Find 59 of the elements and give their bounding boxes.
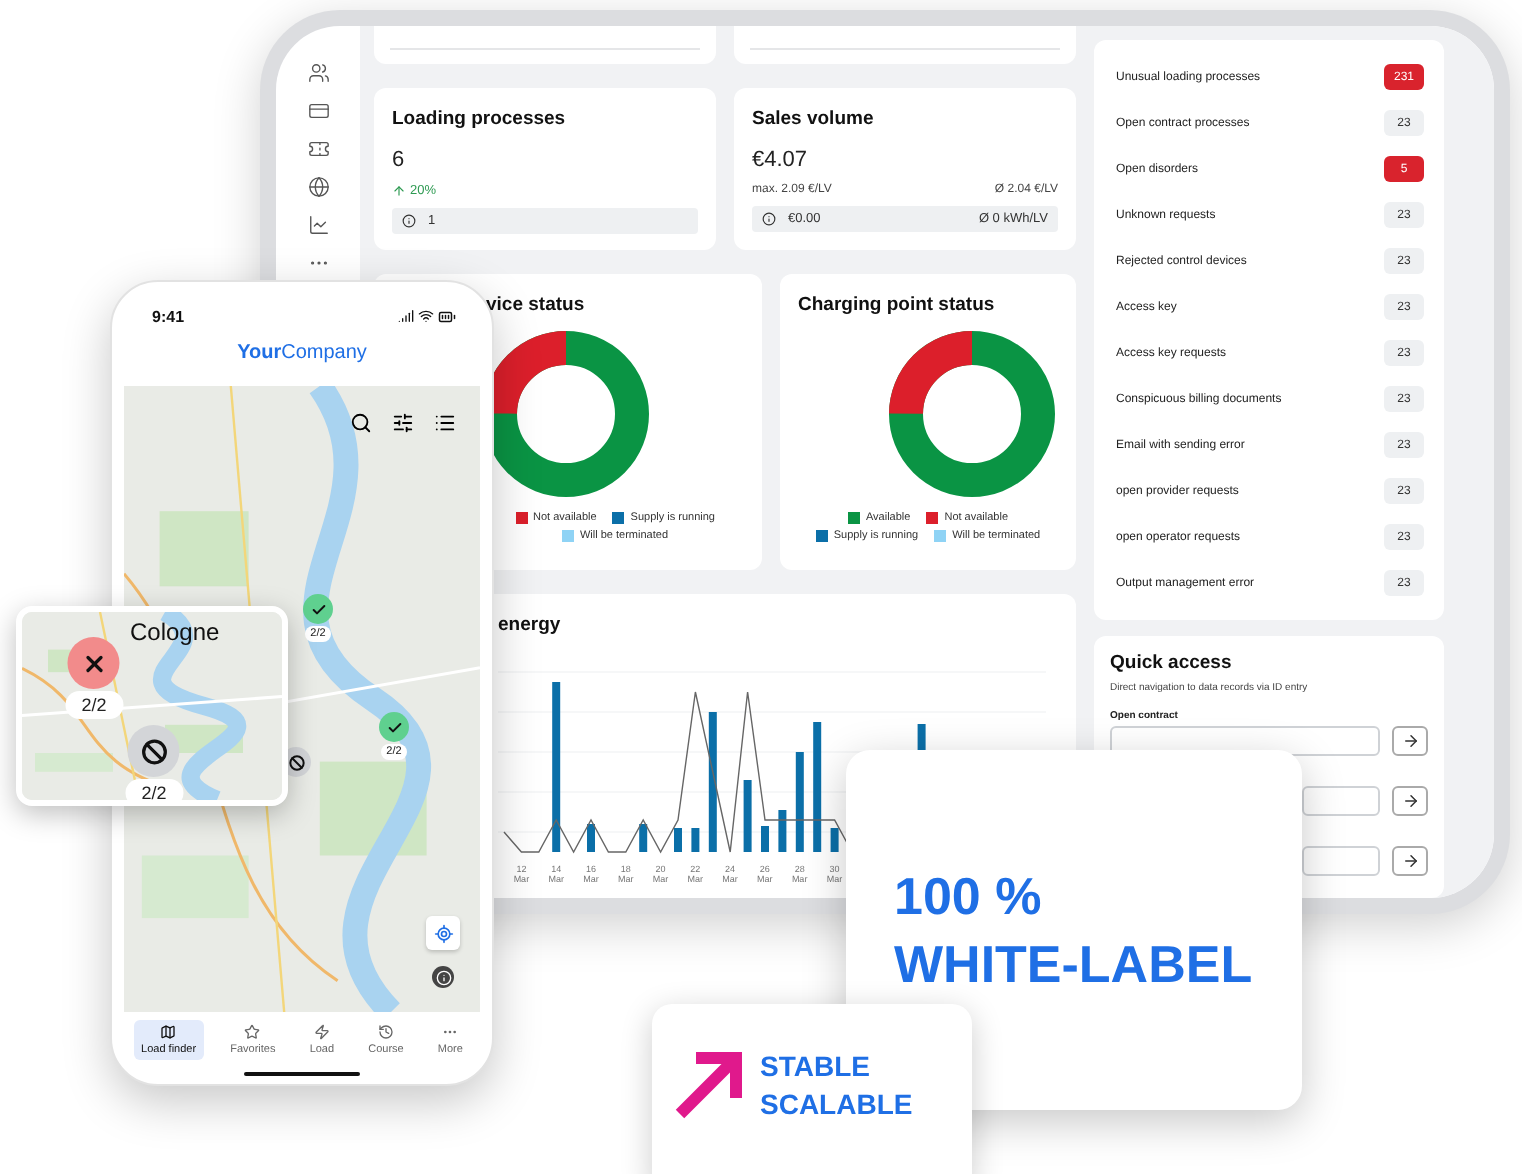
card-title: Charging point status [798,294,997,316]
go-button[interactable] [1392,846,1428,876]
info-icon [762,212,776,226]
arrow-right-icon [1401,732,1419,750]
chart-bar [639,824,648,852]
locate-button[interactable] [426,916,460,950]
star-icon [244,1024,261,1040]
list-icon[interactable] [434,412,456,434]
arrow-icon [672,1046,748,1122]
map-icon [160,1024,177,1040]
search-icon[interactable] [350,412,372,434]
history-icon [377,1024,394,1040]
company-logo: YourCompany [235,342,369,368]
clock-text: 9:41 [152,307,185,325]
chart-bar [795,752,804,852]
value-text: €4.07 [752,148,810,172]
card-title: Quick access [1110,652,1234,674]
chart-bar [830,828,839,852]
arrow-right-icon [1401,792,1419,810]
input-field[interactable] [1302,786,1380,816]
city-label: Cologne [130,618,220,646]
globe-icon[interactable] [307,176,329,198]
card-title: vice status [486,294,587,316]
chart-bar [813,722,822,852]
info-icon [435,969,451,985]
signal-icon [398,307,414,323]
chart-bar [761,826,769,852]
headline-text: STABLE [760,1050,872,1082]
arrow-up-icon [392,184,406,198]
headline-text: 100 % [894,864,1044,930]
count-label: 2/2 [125,779,183,800]
users-icon[interactable] [307,62,329,84]
arrow-right-icon [1401,852,1419,870]
line-chart-icon[interactable] [307,214,329,236]
chart-bar [674,828,682,852]
count-label: 2/2 [65,691,123,719]
chart-bar [708,712,717,852]
wifi-icon [418,307,434,323]
go-button[interactable] [1392,786,1428,816]
battery-icon [438,307,456,325]
input-field[interactable] [1302,846,1380,876]
card-title: Loading processes [392,108,568,130]
filter-icon[interactable] [392,412,414,434]
headline-text: SCALABLE [760,1088,913,1120]
chart-bar [778,810,787,852]
go-button[interactable] [1392,726,1428,756]
card-title: energy [498,614,563,636]
card-icon[interactable] [307,100,329,122]
ticket-icon[interactable] [307,138,329,160]
chart-bar [743,780,752,852]
info-icon [402,214,416,228]
crosshair-icon [433,923,453,943]
card-title: Sales volume [752,108,876,130]
headline-text: WHITE-LABEL [894,931,1255,998]
value-text: 6 [392,148,407,172]
home-indicator [244,1072,360,1076]
chart-bar [691,828,700,852]
lightning-icon [313,1024,330,1040]
chart-bar [587,824,595,852]
